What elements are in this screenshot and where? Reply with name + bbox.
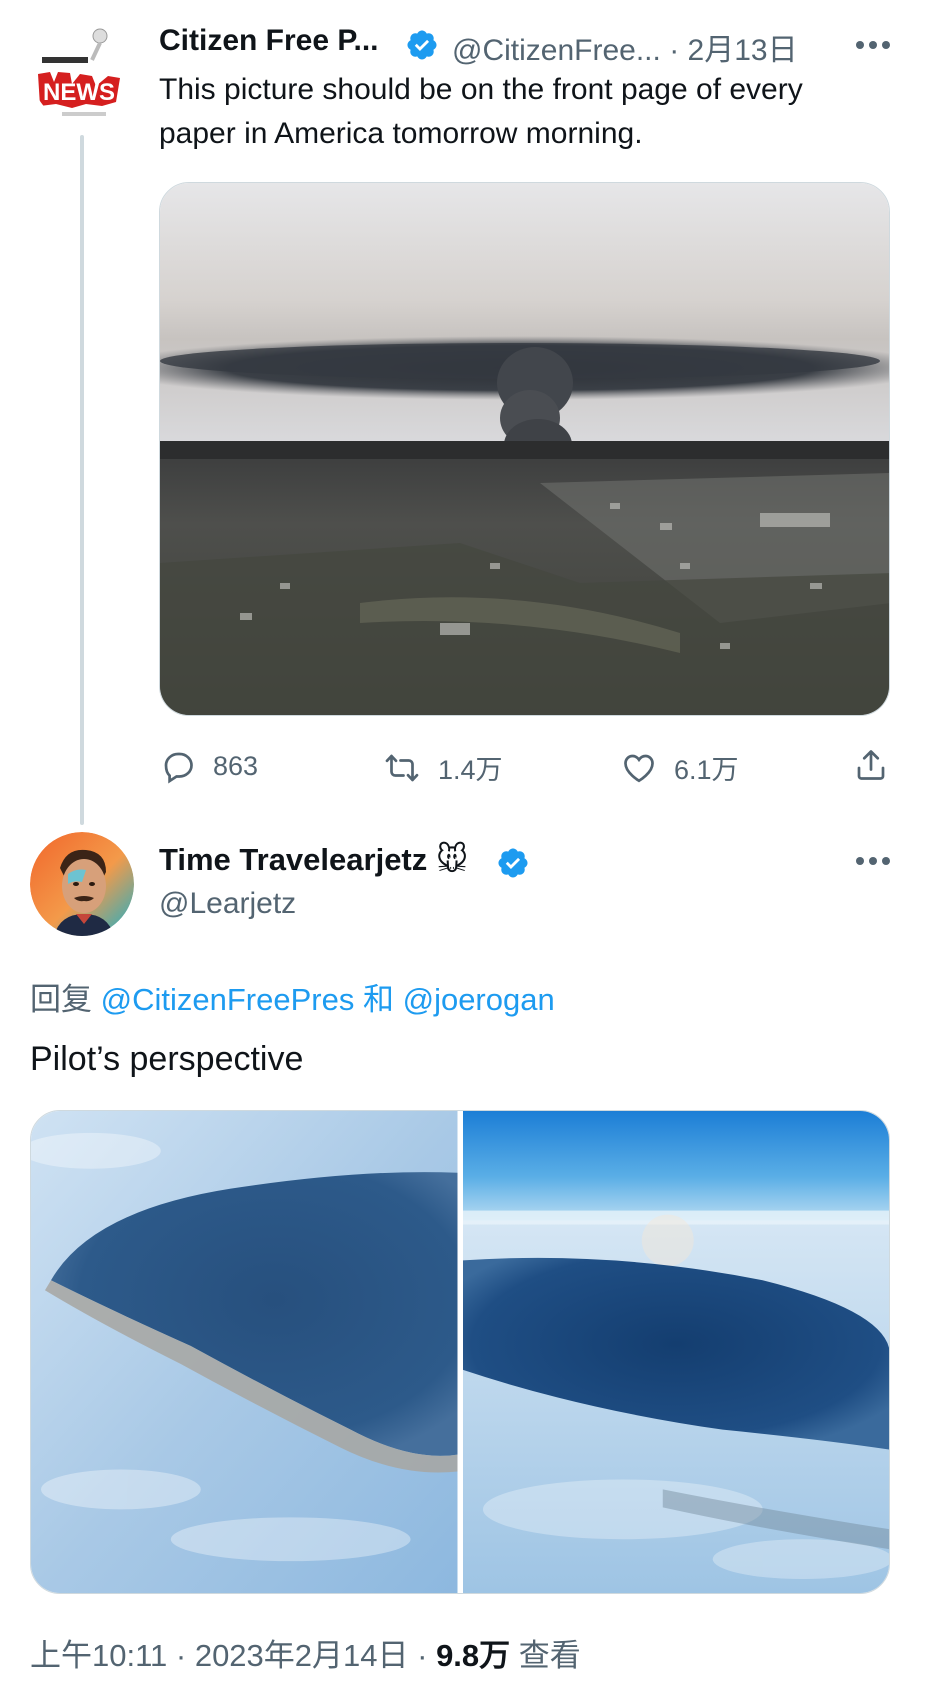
verified-badge-icon [498, 848, 528, 878]
tweet1-date[interactable]: · 2月13日 [669, 34, 797, 67]
reply-mention-joerogan[interactable]: @joerogan [403, 982, 555, 1017]
retweet-action[interactable]: 1.4万 [382, 748, 503, 787]
reply-action[interactable]: 863 [159, 748, 258, 784]
retweet-icon [385, 754, 419, 781]
more-icon[interactable] [855, 39, 891, 51]
aerial-smoke-photo-left [31, 1111, 458, 1593]
tweet1-display-name[interactable]: Citizen Free P... [159, 24, 379, 58]
reply-count: 863 [213, 750, 259, 781]
reply-mention-citizenfreepres[interactable]: @CitizenFreePres [101, 982, 355, 1017]
reply-prefix: 回复 [30, 982, 92, 1017]
tweet1-avatar[interactable]: NEWS [32, 24, 132, 124]
like-icon [624, 754, 654, 782]
smoke-cloud-photo [160, 183, 889, 715]
tweet2-handle[interactable]: @Learjetz [159, 887, 296, 921]
replying-to-line: 回复 @CitizenFreePres 和 @joerogan [30, 974, 555, 1019]
reply-and-connector: 和 [362, 982, 394, 1017]
like-count: 6.1万 [674, 755, 739, 785]
tweet1-text: This picture should be on the front page… [159, 73, 803, 150]
tweet1-handle[interactable]: @CitizenFree... [452, 34, 661, 67]
retweet-count: 1.4万 [438, 755, 503, 785]
tweet2-avatar[interactable] [30, 832, 134, 936]
reply-icon [164, 752, 193, 784]
tweet2-view-count: 9.8万 [436, 1638, 511, 1673]
citizen-free-press-logo: NEWS [32, 24, 132, 124]
tweet2-display-name[interactable]: Time Travelearjetz [159, 842, 427, 877]
tweet2-timestamp[interactable]: 上午10:11 · 2023年2月14日 · [30, 1638, 436, 1673]
tweet1-handle-and-date[interactable]: @CitizenFree... · 2月13日 [452, 25, 798, 69]
aerial-smoke-photo-right [462, 1111, 889, 1593]
tweet2-timestamp-views: 上午10:11 · 2023年2月14日 · 9.8万 查看 [30, 1630, 581, 1675]
tweet2-display-name-row[interactable]: Time Travelearjetz 🐭 [159, 842, 468, 878]
mouse-emoji-icon: 🐭 [435, 842, 469, 877]
share-icon[interactable] [853, 746, 889, 784]
tweet2-views-label: 查看 [518, 1638, 581, 1673]
tweet2-photo-grid [30, 1110, 890, 1594]
more-icon[interactable] [855, 855, 891, 867]
learjetz-avatar-illustration [30, 832, 134, 936]
svg-text:NEWS: NEWS [43, 79, 115, 106]
tweet2-photo-left[interactable] [31, 1111, 458, 1593]
like-action[interactable]: 6.1万 [620, 748, 739, 787]
tweet1-photo-smoke-cloud[interactable] [159, 182, 890, 716]
tweet2-text: Pilot’s perspective [30, 1040, 304, 1078]
thread-connector-line [80, 135, 84, 825]
tweet2-photo-right[interactable] [462, 1111, 889, 1593]
verified-badge-icon [407, 30, 437, 60]
